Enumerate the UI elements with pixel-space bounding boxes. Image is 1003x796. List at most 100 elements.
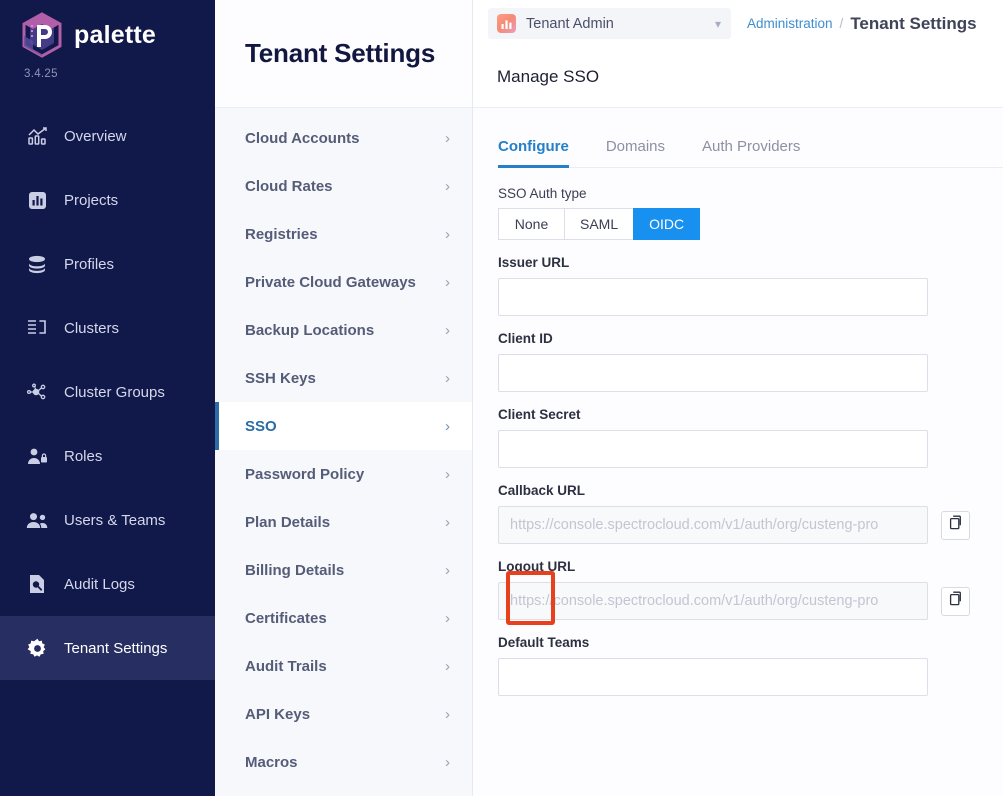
tab-auth-providers[interactable]: Auth Providers: [702, 138, 800, 167]
settings-item-certificates[interactable]: Certificates ›: [215, 594, 472, 642]
settings-item-cloud-rates[interactable]: Cloud Rates ›: [215, 162, 472, 210]
settings-item-api-keys[interactable]: API Keys ›: [215, 690, 472, 738]
settings-item-macros[interactable]: Macros ›: [215, 738, 472, 786]
settings-item-plan-details[interactable]: Plan Details ›: [215, 498, 472, 546]
tenant-settings-panel: Tenant Settings Cloud Accounts › Cloud R…: [215, 0, 473, 796]
settings-item-label: Certificates: [245, 609, 327, 627]
brand-name: palette: [74, 20, 156, 49]
callback-url-row: [498, 506, 1003, 544]
settings-item-label: Cloud Rates: [245, 177, 333, 195]
chevron-right-icon: ›: [445, 321, 450, 339]
top-bar: Tenant Admin ▾ Administration / Tenant S…: [473, 0, 1003, 47]
sidebar-item-label: Roles: [64, 447, 103, 465]
tab-domains[interactable]: Domains: [606, 138, 665, 167]
chevron-right-icon: ›: [445, 129, 450, 147]
sidebar-item-projects[interactable]: Projects: [0, 168, 215, 232]
sidebar-item-users-teams[interactable]: Users & Teams: [0, 488, 215, 552]
gear-icon: [24, 637, 50, 659]
breadcrumb-parent-link[interactable]: Administration: [747, 16, 833, 31]
settings-item-label: API Keys: [245, 705, 311, 723]
sidebar-item-roles[interactable]: Roles: [0, 424, 215, 488]
settings-item-label: Private Cloud Gateways: [245, 273, 416, 291]
tab-label: Configure: [498, 138, 569, 155]
field-client-secret: Client Secret: [498, 407, 1003, 468]
sidebar-item-cluster-groups[interactable]: Cluster Groups: [0, 360, 215, 424]
main-content: Tenant Admin ▾ Administration / Tenant S…: [473, 0, 1003, 796]
field-label: Client ID: [498, 331, 553, 346]
chevron-right-icon: ›: [445, 417, 450, 435]
sidebar-item-label: Tenant Settings: [64, 639, 168, 657]
settings-item-private-cloud-gateways[interactable]: Private Cloud Gateways ›: [215, 258, 472, 306]
callback-url-input[interactable]: [498, 506, 928, 544]
breadcrumb-current: Tenant Settings: [850, 13, 977, 33]
settings-item-backup-locations[interactable]: Backup Locations ›: [215, 306, 472, 354]
sso-auth-type-option-saml[interactable]: SAML: [564, 208, 634, 240]
palette-hexagon-logo-icon: [20, 12, 64, 58]
chevron-right-icon: ›: [445, 753, 450, 771]
sidebar-item-overview[interactable]: Overview: [0, 104, 215, 168]
chevron-right-icon: ›: [445, 513, 450, 531]
copy-logout-url-button[interactable]: [941, 586, 970, 616]
settings-item-billing-details[interactable]: Billing Details ›: [215, 546, 472, 594]
settings-item-registries[interactable]: Registries ›: [215, 210, 472, 258]
settings-item-label: Macros: [245, 753, 298, 771]
logout-url-row: [498, 571, 1003, 625]
clusters-list-icon: [24, 317, 50, 339]
sidebar-item-label: Overview: [64, 127, 127, 145]
chevron-right-icon: ›: [445, 561, 450, 579]
profiles-stack-icon: [24, 253, 50, 275]
tenant-admin-icon: [497, 14, 516, 33]
issuer-url-input[interactable]: [498, 278, 928, 316]
field-label: Client Secret: [498, 407, 581, 422]
sidebar-item-profiles[interactable]: Profiles: [0, 232, 215, 296]
copy-icon: [949, 515, 963, 535]
settings-item-cloud-accounts[interactable]: Cloud Accounts ›: [215, 114, 472, 162]
sidebar-item-clusters[interactable]: Clusters: [0, 296, 215, 360]
settings-item-label: Backup Locations: [245, 321, 375, 339]
settings-item-audit-trails[interactable]: Audit Trails ›: [215, 642, 472, 690]
tab-configure[interactable]: Configure: [498, 138, 569, 168]
chevron-right-icon: ›: [445, 705, 450, 723]
chevron-right-icon: ›: [445, 177, 450, 195]
field-client-id: Client ID: [498, 331, 1003, 392]
settings-item-sso[interactable]: SSO ›: [215, 402, 472, 450]
field-label: Default Teams: [498, 635, 590, 650]
roles-user-lock-icon: [24, 445, 50, 467]
field-logout-url: Logout URL: [498, 559, 1003, 625]
default-teams-input[interactable]: [498, 658, 928, 696]
chevron-down-icon: ▾: [714, 16, 721, 31]
settings-menu-list: Cloud Accounts › Cloud Rates › Registrie…: [215, 108, 472, 796]
tab-label: Auth Providers: [702, 138, 801, 155]
copy-callback-url-button[interactable]: [941, 510, 970, 540]
settings-item-label: SSO: [245, 417, 277, 435]
tenant-selector-label: Tenant Admin: [526, 15, 614, 32]
sidebar-item-label: Projects: [64, 191, 119, 209]
main-heading: Manage SSO: [497, 67, 600, 86]
sidebar-item-audit-logs[interactable]: Audit Logs: [0, 552, 215, 616]
chevron-right-icon: ›: [445, 465, 450, 483]
client-secret-input[interactable]: [498, 430, 928, 468]
chart-overview-icon: [24, 125, 50, 147]
logout-url-input[interactable]: [498, 582, 928, 620]
cluster-groups-nodes-icon: [24, 381, 50, 403]
sidebar-nav: Overview Projects Profiles Clusters Clus…: [0, 104, 215, 680]
breadcrumb-separator: /: [839, 16, 844, 31]
tenant-scope-selector[interactable]: Tenant Admin ▾: [488, 8, 731, 39]
sso-auth-type-option-oidc[interactable]: OIDC: [633, 208, 701, 240]
configure-panel: Configure Domains Auth Providers SSO Aut…: [473, 108, 1003, 796]
sso-auth-type-option-none[interactable]: None: [498, 208, 564, 240]
app-version: 3.4.25: [24, 68, 58, 80]
settings-item-password-policy[interactable]: Password Policy ›: [215, 450, 472, 498]
chevron-right-icon: ›: [445, 225, 450, 243]
chevron-right-icon: ›: [445, 609, 450, 627]
client-id-input[interactable]: [498, 354, 928, 392]
main-header: Manage SSO: [473, 47, 1003, 108]
settings-item-label: Audit Trails: [245, 657, 327, 675]
projects-bar-icon: [24, 189, 50, 211]
sidebar-item-tenant-settings[interactable]: Tenant Settings: [0, 616, 215, 680]
field-label: Logout URL: [498, 559, 576, 574]
breadcrumb: Administration / Tenant Settings: [747, 14, 977, 34]
settings-item-ssh-keys[interactable]: SSH Keys ›: [215, 354, 472, 402]
tab-bar: Configure Domains Auth Providers: [498, 138, 1003, 168]
sso-auth-type-segmented-control: None SAML OIDC: [498, 208, 1003, 240]
